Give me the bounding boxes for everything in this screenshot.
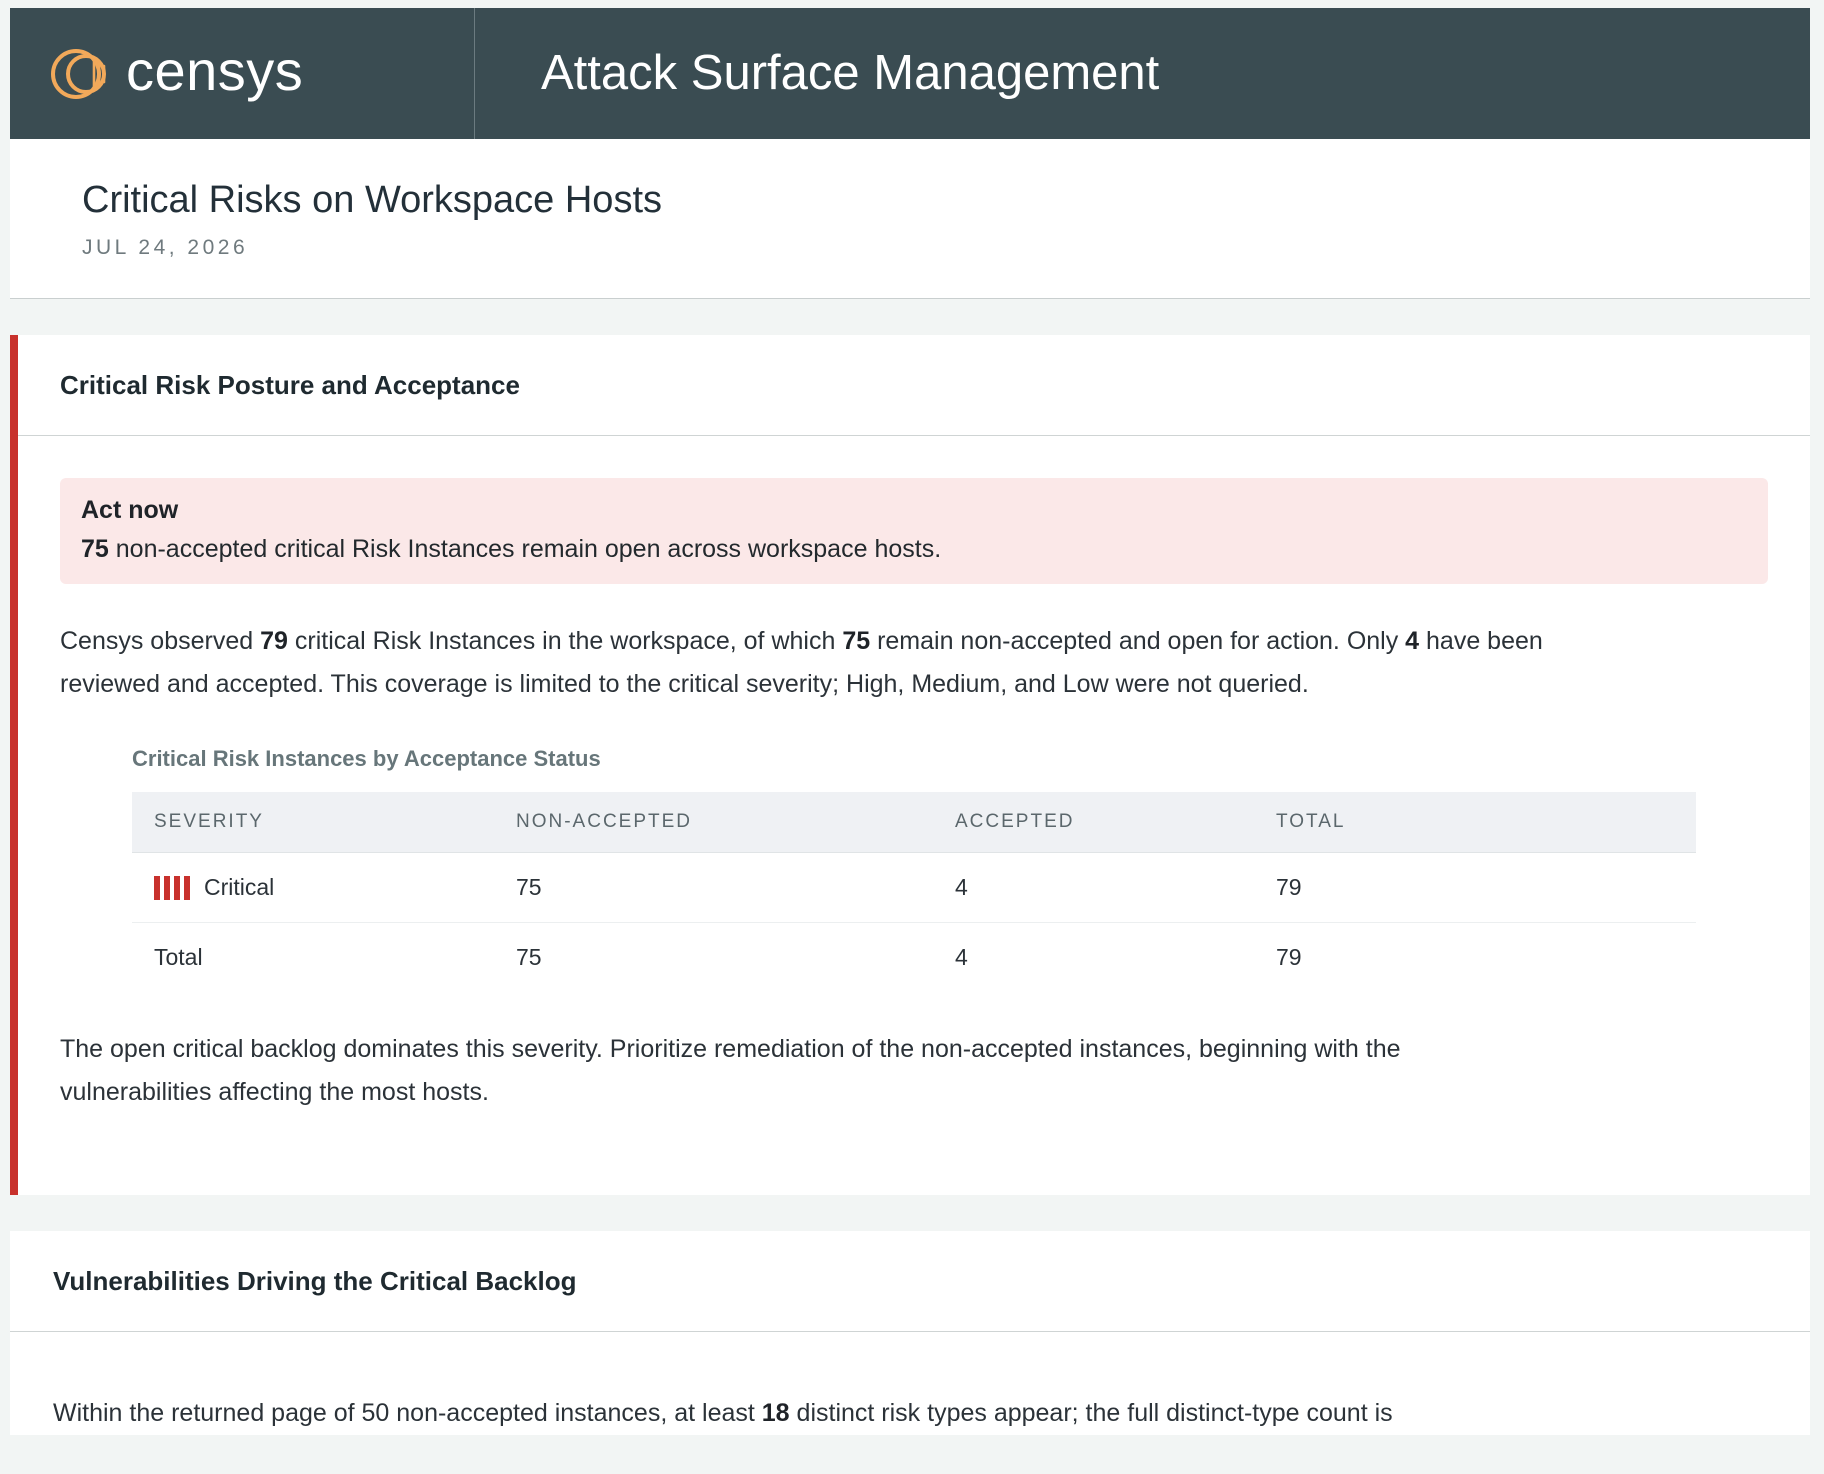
- intro-paragraph: Censys observed 79 critical Risk Instanc…: [60, 620, 1550, 706]
- callout-text: 75 non-accepted critical Risk Instances …: [81, 535, 1747, 564]
- section-title: Critical Risk Posture and Acceptance: [60, 369, 520, 400]
- brand[interactable]: censys: [10, 8, 475, 139]
- table-caption: Critical Risk Instances by Acceptance St…: [132, 746, 601, 771]
- callout-title: Act now: [81, 496, 179, 524]
- severity-cell: Critical: [132, 852, 494, 923]
- acceptance-table: SEVERITY NON-ACCEPTED ACCEPTED TOTAL Cri…: [132, 792, 1696, 992]
- intro-text: remain non-accepted and open for action.…: [870, 627, 1406, 655]
- total-cell: 79: [1254, 852, 1696, 923]
- column-header[interactable]: NON-ACCEPTED: [494, 792, 933, 853]
- non-accepted-cell: 75: [516, 944, 542, 970]
- intro-text: distinct risk types appear; the full dis…: [789, 1399, 1393, 1427]
- section-body: Within the returned page of 50 non-accep…: [10, 1332, 1810, 1435]
- page-title: Critical Risks on Workspace Hosts: [82, 179, 663, 221]
- accepted-count: 4: [1405, 627, 1420, 655]
- column-header[interactable]: TOTAL: [1254, 792, 1696, 853]
- page-date: JUL 24, 2026: [82, 236, 249, 259]
- total-cell: 79: [1276, 944, 1302, 970]
- acceptance-table-block: Critical Risk Instances by Acceptance St…: [132, 746, 1696, 992]
- section-title: Vulnerabilities Driving the Critical Bac…: [53, 1265, 577, 1296]
- accepted-cell: 4: [955, 944, 968, 970]
- total-count: 79: [260, 627, 288, 655]
- callout-message: non-accepted critical Risk Instances rem…: [108, 535, 942, 563]
- intro-text: Censys observed: [60, 627, 261, 655]
- non-accepted-count: 75: [842, 627, 871, 655]
- table-header-row: SEVERITY NON-ACCEPTED ACCEPTED TOTAL: [132, 792, 1696, 853]
- intro-text: critical Risk Instances in the workspace…: [287, 627, 843, 655]
- outro-paragraph: The open critical backlog dominates this…: [60, 1035, 1401, 1106]
- page-header: Critical Risks on Workspace Hosts JUL 24…: [10, 139, 1810, 299]
- distinct-types-count: 18: [761, 1399, 790, 1427]
- severity-bars-icon: [154, 875, 190, 900]
- table-row: Total 75 4 79: [132, 923, 1696, 993]
- column-header[interactable]: SEVERITY: [132, 792, 494, 853]
- severity-cell: Total: [154, 944, 203, 970]
- report-frame: censys Attack Surface Management Critica…: [10, 8, 1810, 1474]
- callout-count: 75: [81, 535, 109, 563]
- app-title: Attack Surface Management: [541, 45, 1160, 100]
- severity-label: Critical: [204, 874, 275, 900]
- column-header[interactable]: ACCEPTED: [933, 792, 1254, 853]
- act-now-callout: Act now 75 non-accepted critical Risk In…: [60, 478, 1768, 584]
- intro-text: Within the returned page of 50 non-accep…: [53, 1399, 762, 1427]
- section-header: Critical Risk Posture and Acceptance: [18, 335, 1810, 436]
- non-accepted-cell: 75: [494, 852, 933, 923]
- top-bar: censys Attack Surface Management: [10, 8, 1810, 139]
- brand-name: censys: [126, 39, 304, 102]
- vulnerabilities-paragraph: Within the returned page of 50 non-accep…: [53, 1392, 1543, 1435]
- section-header: Vulnerabilities Driving the Critical Bac…: [10, 1231, 1810, 1332]
- accepted-cell: 4: [933, 852, 1254, 923]
- section-body: Act now 75 non-accepted critical Risk In…: [18, 436, 1810, 1195]
- censys-logo-icon: [51, 48, 106, 99]
- section-risk-posture: Critical Risk Posture and Acceptance Act…: [10, 335, 1810, 1195]
- section-vulnerabilities: Vulnerabilities Driving the Critical Bac…: [10, 1231, 1810, 1435]
- table-row: Critical 75 4 79: [132, 852, 1696, 923]
